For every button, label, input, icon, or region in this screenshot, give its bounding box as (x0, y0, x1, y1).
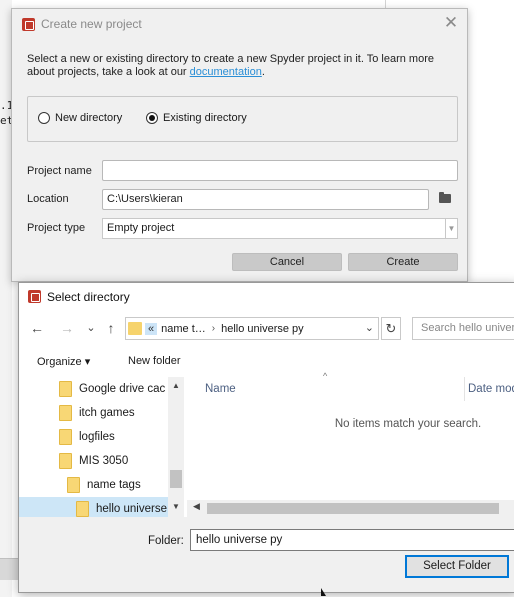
documentation-link[interactable]: documentation (190, 66, 262, 78)
back-arrow-icon[interactable]: ← (29, 320, 45, 336)
tree-item[interactable]: MIS 3050 (59, 449, 169, 473)
spyder-icon (22, 17, 35, 31)
column-header-date[interactable]: Date mod (468, 377, 514, 401)
location-label: Location (27, 193, 69, 205)
navigation-tree: Google drive cac itch games logfiles MIS… (19, 377, 184, 521)
select-directory-dialog: Select directory ← → ⌄ ↑ « name t… › hel… (18, 282, 514, 593)
folder-icon (59, 429, 72, 445)
dialog-title: Create new project (41, 17, 142, 31)
scrollbar-thumb[interactable] (207, 503, 499, 514)
folder-icon (67, 477, 80, 493)
project-type-label: Project type (27, 222, 86, 234)
tree-item-label: logfiles (79, 431, 115, 443)
folder-label: Folder: (148, 535, 184, 547)
folder-icon (439, 192, 451, 203)
dialog-description: Select a new or existing directory to cr… (27, 53, 457, 79)
new-folder-button[interactable]: New folder (128, 355, 181, 367)
description-end: . (261, 66, 265, 78)
radio-indicator-selected (146, 112, 158, 124)
tree-scrollbar[interactable]: ▲ ▼ (168, 377, 184, 517)
breadcrumb-overflow[interactable]: « (145, 322, 158, 335)
address-bar[interactable]: « name t… › hello universe py ⌄ (125, 317, 379, 340)
tree-item[interactable]: itch games (59, 401, 169, 425)
dialog-footer: Folder: hello universe py Select Folder (19, 517, 514, 592)
scroll-up-icon[interactable]: ▲ (168, 381, 184, 390)
radio-existing-directory[interactable]: Existing directory (146, 112, 247, 124)
directory-radio-group: New directory Existing directory (27, 96, 458, 142)
browse-folder-button[interactable] (436, 190, 456, 208)
up-arrow-icon[interactable]: ↑ (103, 320, 119, 336)
organize-menu-button[interactable]: Organize ▾ (37, 355, 90, 368)
radio-new-directory[interactable]: New directory (38, 112, 122, 124)
tree-item-label: Google drive cac (79, 383, 166, 395)
scroll-down-icon[interactable]: ▼ (168, 502, 184, 511)
recent-locations-icon[interactable]: ⌄ (83, 320, 99, 336)
scrollbar-thumb[interactable] (170, 470, 182, 488)
radio-indicator (38, 112, 50, 124)
breadcrumb-item[interactable]: name t… (161, 323, 206, 335)
dialog-titlebar[interactable]: Create new project (12, 9, 467, 39)
cancel-button[interactable]: Cancel (232, 253, 342, 271)
folder-icon (59, 405, 72, 421)
create-project-dialog: Create new project ✕ Select a new or exi… (11, 8, 468, 282)
background-statusbar (0, 558, 20, 580)
tree-item[interactable]: logfiles (59, 425, 169, 449)
dialog-titlebar[interactable]: Select directory (19, 283, 514, 310)
command-bar: Organize ▾ New folder (19, 349, 514, 375)
navigation-bar: ← → ⌄ ↑ « name t… › hello universe py ⌄ … (19, 314, 514, 344)
folder-name-input[interactable]: hello universe py (190, 529, 514, 551)
location-field[interactable]: C:\Users\kieran (102, 189, 429, 210)
tree-item[interactable]: name tags (67, 473, 169, 497)
chevron-down-icon: ▼ (445, 219, 457, 238)
mouse-cursor-icon (321, 588, 326, 596)
tree-item-label: hello universe (96, 503, 167, 515)
search-input[interactable]: Search hello universe py (412, 317, 514, 340)
folder-icon (76, 501, 89, 517)
radio-label: Existing directory (163, 112, 247, 124)
project-type-value: Empty project (107, 222, 175, 234)
radio-label: New directory (55, 112, 123, 124)
column-divider[interactable] (464, 377, 465, 401)
breadcrumb-item[interactable]: hello universe py (221, 323, 304, 335)
refresh-icon[interactable]: ↻ (381, 317, 401, 340)
chevron-down-icon[interactable]: ⌄ (365, 321, 374, 334)
project-name-label: Project name (27, 165, 92, 177)
breadcrumb-separator-icon[interactable]: › (212, 323, 215, 334)
close-icon[interactable]: ✕ (443, 14, 459, 32)
folder-icon (128, 322, 142, 335)
spyder-icon (28, 290, 41, 303)
sort-ascending-icon: ^ (323, 371, 328, 381)
tree-item-label: MIS 3050 (79, 455, 129, 467)
folder-icon (59, 381, 72, 397)
tree-item[interactable]: Google drive cac (59, 377, 169, 401)
horizontal-scrollbar[interactable]: ◀ (187, 500, 514, 517)
file-list: Name ^ Date mod No items match your sear… (187, 371, 514, 517)
tree-item-label: itch games (79, 407, 135, 419)
create-button[interactable]: Create (348, 253, 458, 271)
select-folder-button[interactable]: Select Folder (405, 555, 509, 578)
folder-icon (59, 453, 72, 469)
empty-message: No items match your search. (334, 418, 482, 430)
dialog-title: Select directory (47, 289, 130, 304)
project-type-select[interactable]: Empty project ▼ (102, 218, 458, 239)
forward-arrow-icon[interactable]: → (59, 320, 75, 336)
column-header-name[interactable]: Name (205, 377, 236, 401)
project-name-field[interactable] (102, 160, 458, 181)
tree-item-label: name tags (87, 479, 141, 491)
scroll-left-icon[interactable]: ◀ (193, 501, 200, 512)
